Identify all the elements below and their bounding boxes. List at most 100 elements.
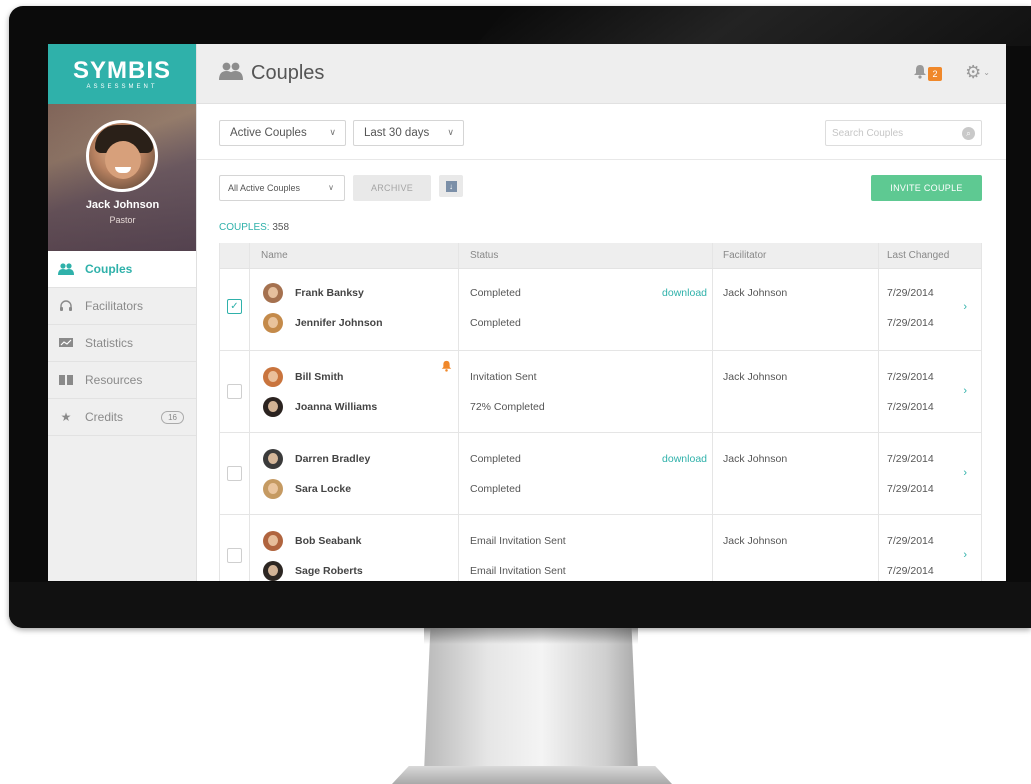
person-entry[interactable]: Sara Locke [263,479,351,499]
person-entry[interactable]: Joanna Williams [263,397,377,417]
row-checkbox[interactable]: ✓ [227,299,242,314]
logo-subtitle: ASSESSMENT [86,83,158,90]
monitor-base [392,766,672,784]
chevron-down-icon: ∨ [447,127,454,137]
period-filter-select[interactable]: Last 30 days ∨ [353,120,464,146]
chevron-right-icon[interactable]: › [963,385,967,397]
row-checkbox[interactable] [227,466,242,481]
person-entry[interactable]: Bob Seabank [263,531,362,551]
header-last-changed[interactable]: Last Changed [879,243,981,268]
row-checkbox[interactable] [227,548,242,563]
status-cell: Completed download Completed [459,433,713,514]
book-icon [58,373,74,387]
person-name: Jennifer Johnson [295,317,383,329]
couples-table: Name Status Facilitator Last Changed ✓ F… [219,243,982,581]
name-cell: Bill Smith Joanna Williams [250,351,459,432]
headset-icon [58,299,74,313]
chevron-right-icon[interactable]: › [963,549,967,561]
table-row[interactable]: Darren Bradley Sara Locke Completed down… [220,433,981,515]
list-filter-select[interactable]: All Active Couples ∨ [219,175,345,201]
avatar[interactable] [86,120,158,192]
notifications-button[interactable]: 2 [913,64,942,84]
table-row[interactable]: ✓ Frank Banksy Jennifer Johnson Complete… [220,269,981,351]
avatar [263,531,283,551]
sidebar: SYMBIS ASSESSMENT Jack Johnson Pastor Co… [48,44,197,581]
person-name: Frank Banksy [295,287,364,299]
list-filter-value: All Active Couples [228,183,301,193]
app-screen: SYMBIS ASSESSMENT Jack Johnson Pastor Co… [48,44,1006,581]
header-name[interactable]: Name [250,243,459,268]
monitor-glare [475,6,1031,46]
name-cell: Frank Banksy Jennifer Johnson [250,269,459,350]
download-link[interactable]: download [662,287,707,299]
monitor-stand [424,628,638,772]
profile-card: Jack Johnson Pastor [48,104,196,251]
chevron-right-icon[interactable]: › [963,467,967,479]
row-check-cell [220,351,250,432]
header-checkbox-col [220,243,250,268]
facilitator-name: Jack Johnson [723,371,788,383]
table-row[interactable]: Bill Smith Joanna Williams Invitation Se… [220,351,981,433]
chevron-right-icon[interactable]: › [963,301,967,313]
date-text: 7/29/2014 [887,453,934,465]
sidebar-item-label: Resources [85,373,143,387]
table-row[interactable]: Bob Seabank Sage Roberts Email Invitatio… [220,515,981,581]
download-icon: ↓ [445,180,457,192]
bell-icon [913,64,927,84]
status-filter-select[interactable]: Active Couples ∨ [219,120,346,146]
person-entry[interactable]: Bill Smith [263,367,343,387]
facilitator-name: Jack Johnson [723,535,788,547]
date-cell: 7/29/2014 7/29/2014 › [879,269,981,350]
table-header: Name Status Facilitator Last Changed [220,243,981,269]
couples-count: COUPLES: 358 [219,222,289,233]
person-name: Sage Roberts [295,565,363,577]
profile-name: Jack Johnson [85,199,160,211]
sidebar-item-facilitators[interactable]: Facilitators [48,288,196,325]
person-entry[interactable]: Jennifer Johnson [263,313,383,333]
avatar-face [105,141,141,179]
filter-bar: Active Couples ∨ Last 30 days ∨ ⌕ [197,104,1006,160]
invite-couple-button[interactable]: INVITE COUPLE [871,175,982,201]
row-checkbox[interactable] [227,384,242,399]
sidebar-item-label: Couples [85,262,133,276]
avatar [263,449,283,469]
sidebar-item-resources[interactable]: Resources [48,362,196,399]
avatar [263,479,283,499]
facilitator-cell: Jack Johnson [713,515,879,581]
archive-button[interactable]: ARCHIVE [353,175,431,201]
sidebar-item-credits[interactable]: ★ Credits 16 [48,399,196,436]
download-link[interactable]: download [662,453,707,465]
status-text: 72% Completed [470,401,545,413]
avatar [263,367,283,387]
header-facilitator[interactable]: Facilitator [713,243,879,268]
settings-menu[interactable]: ⚙ ⌄ [965,62,990,83]
sidebar-item-statistics[interactable]: Statistics [48,325,196,362]
status-text: Email Invitation Sent [470,565,566,577]
search-icon[interactable]: ⌕ [962,127,975,140]
monitor-bezel [9,582,1031,628]
status-filter-value: Active Couples [230,127,307,139]
export-button[interactable]: ↓ [439,175,463,197]
status-text: Email Invitation Sent [470,535,566,547]
date-text: 7/29/2014 [887,483,934,495]
logo-text: SYMBIS [72,56,171,84]
person-entry[interactable]: Sage Roberts [263,561,363,581]
sidebar-item-label: Facilitators [85,299,144,313]
person-entry[interactable]: Frank Banksy [263,283,364,303]
header-status[interactable]: Status [459,243,713,268]
search-box[interactable]: ⌕ [825,120,982,146]
person-name: Bob Seabank [295,535,362,547]
name-cell: Darren Bradley Sara Locke [250,433,459,514]
facilitator-cell: Jack Johnson [713,269,879,350]
logo[interactable]: SYMBIS ASSESSMENT [48,44,196,104]
sidebar-item-couples[interactable]: Couples [48,251,196,288]
facilitator-name: Jack Johnson [723,453,788,465]
credits-badge: 16 [161,410,184,424]
date-text: 7/29/2014 [887,371,934,383]
person-name: Sara Locke [295,483,352,495]
search-input[interactable] [832,127,952,139]
date-text: 7/29/2014 [887,535,934,547]
date-cell: 7/29/2014 7/29/2014 › [879,433,981,514]
person-entry[interactable]: Darren Bradley [263,449,370,469]
date-text: 7/29/2014 [887,401,934,413]
